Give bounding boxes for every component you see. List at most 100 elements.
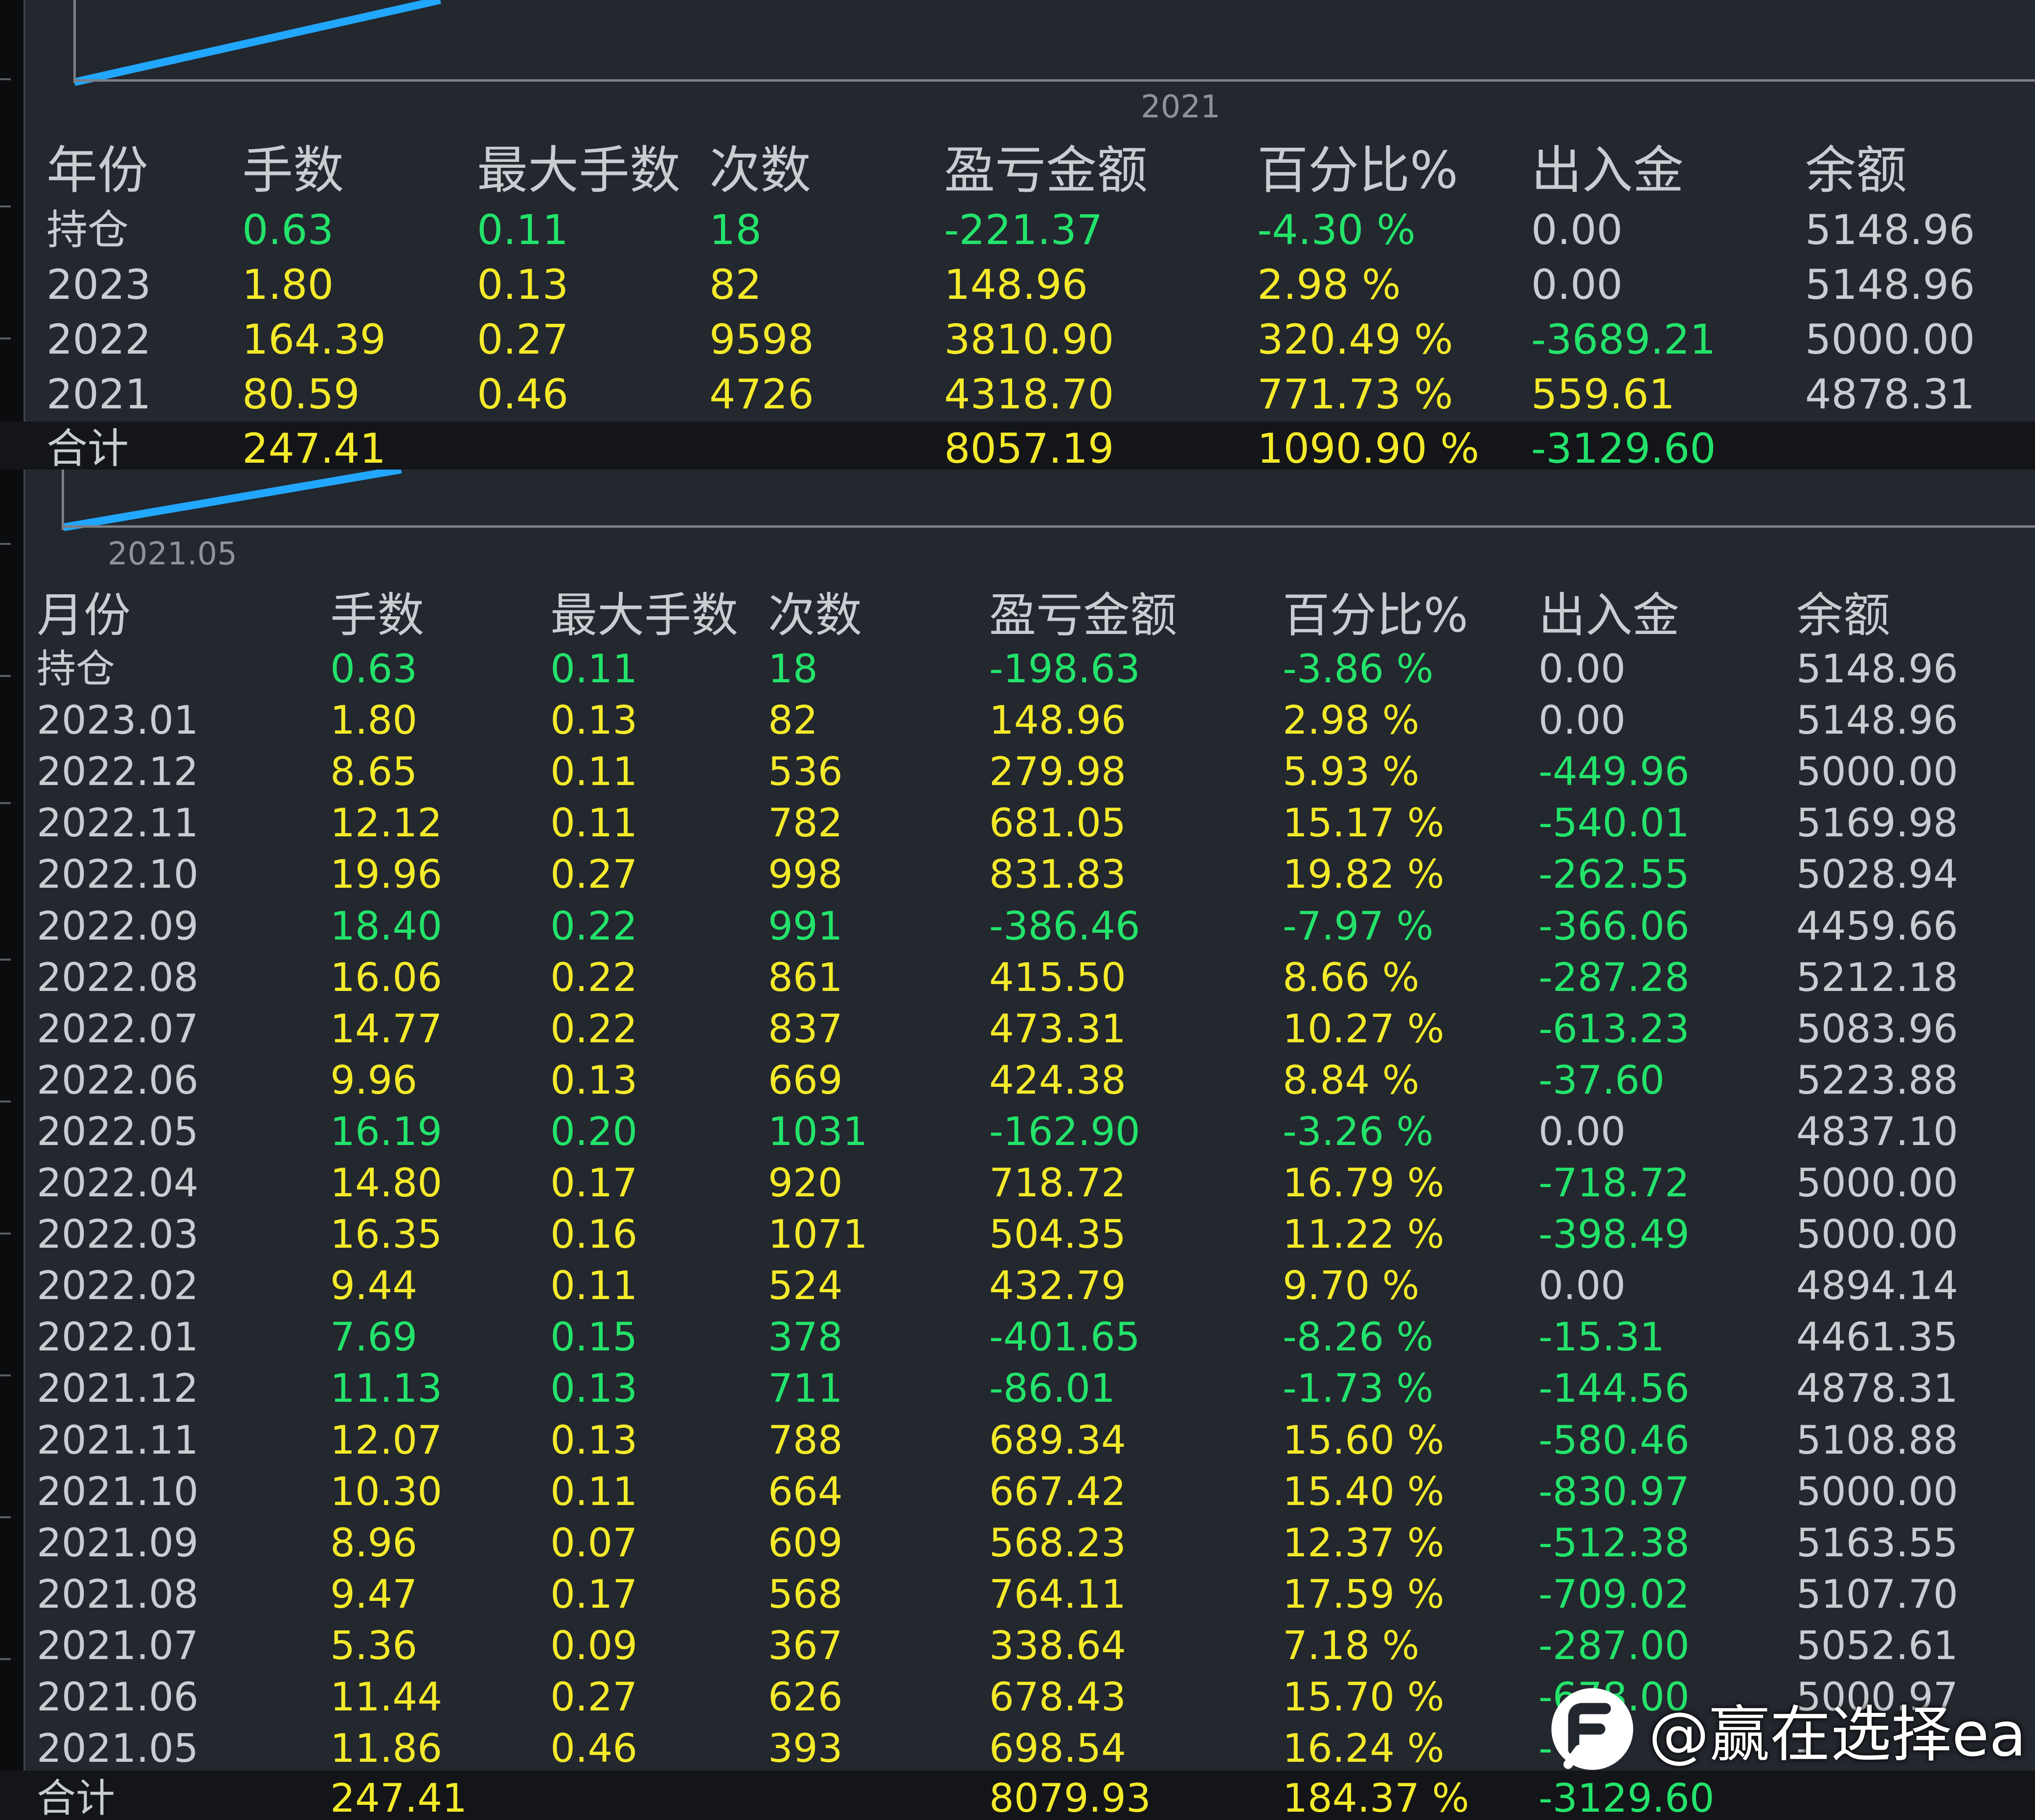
table-cell: -221.37 xyxy=(944,206,1103,254)
equity-curve-monthly xyxy=(63,470,402,531)
table-cell: -86.01 xyxy=(989,1366,1115,1412)
table-cell: 5000.00 xyxy=(1796,1212,1958,1258)
table-cell: 5169.98 xyxy=(1796,800,1958,846)
table-cell: 536 xyxy=(768,749,843,795)
chart-axis-y xyxy=(73,0,76,83)
table-cell: 0.27 xyxy=(550,852,638,898)
row-label: 2021 xyxy=(46,370,151,418)
table-cell: 15.70 % xyxy=(1283,1674,1445,1720)
row-label: 持仓 xyxy=(46,206,129,254)
table-row: 2021.09 8.96 0.07 609 568.23 12.37 % -512.38 51… xyxy=(0,1520,2035,1575)
table-cell: 0.13 xyxy=(550,1057,638,1103)
table-row: 2022.04 14.80 0.17 920 718.72 16.79 % -718.72 5… xyxy=(0,1164,2035,1215)
table-cell: 5148.96 xyxy=(1796,646,1958,692)
table-cell: -366.06 xyxy=(1538,903,1690,949)
table-cell: 247.41 xyxy=(330,1775,467,1820)
table-cell: -37.60 xyxy=(1538,1057,1665,1103)
table-cell: 18 xyxy=(768,646,818,692)
table-cell: 524 xyxy=(768,1263,843,1309)
table-cell: 4726 xyxy=(709,370,814,418)
table-cell: 18 xyxy=(709,206,762,254)
table-cell: -830.97 xyxy=(1538,1468,1690,1514)
table-cell: -512.38 xyxy=(1538,1520,1690,1566)
table-cell: 12.12 xyxy=(330,800,443,846)
table-row: 2021.10 10.30 0.11 664 667.42 15.40 % -830.97 5… xyxy=(0,1472,2035,1524)
column-header: 百分比% xyxy=(1257,140,1458,200)
table-cell: 0.00 xyxy=(1531,206,1623,254)
table-row: 2023 1.80 0.13 82 148.96 2.98 % 0.00 5148.96 xyxy=(0,264,2035,319)
table-cell: 0.20 xyxy=(550,1108,638,1154)
column-header: 最大手数 xyxy=(550,588,738,643)
table-cell: 0.13 xyxy=(550,1366,638,1412)
row-label: 2022.12 xyxy=(37,749,199,795)
table-row: 2021.12 11.13 0.13 711 -86.01 -1.73 % -144.56 4… xyxy=(0,1369,2035,1420)
table-cell: 0.46 xyxy=(477,370,569,418)
row-label: 2022.06 xyxy=(37,1057,199,1103)
table-cell: -449.96 xyxy=(1538,749,1690,795)
row-label: 2022 xyxy=(46,315,151,363)
row-label: 2021.10 xyxy=(37,1468,199,1514)
table-cell: 0.17 xyxy=(550,1160,638,1206)
table-cell: 0.00 xyxy=(1538,646,1626,692)
column-header: 盈亏金额 xyxy=(989,588,1177,643)
table-cell: -287.28 xyxy=(1538,954,1690,1000)
table-cell: 14.80 xyxy=(330,1160,443,1206)
column-header: 盈亏金额 xyxy=(944,140,1148,200)
watermark: @赢在选择ea xyxy=(1546,1683,2026,1775)
column-header: 次数 xyxy=(768,588,862,643)
table-cell: -3129.60 xyxy=(1531,425,1716,470)
table-total-row: 合计 247.41 8057.19 1090.90 % -3129.60 xyxy=(0,422,2035,470)
column-header: 次数 xyxy=(709,140,812,200)
table-cell: 5163.55 xyxy=(1796,1520,1958,1566)
table-row: 2021.11 12.07 0.13 788 689.34 15.60 % -580.46 5… xyxy=(0,1417,2035,1472)
row-label: 2022.08 xyxy=(37,954,199,1000)
table-cell: -718.72 xyxy=(1538,1160,1690,1206)
row-label: 2021.09 xyxy=(37,1520,199,1566)
table-cell: 393 xyxy=(768,1726,843,1772)
table-cell: 0.16 xyxy=(550,1212,638,1258)
table-cell: 367 xyxy=(768,1622,843,1668)
table-cell: -144.56 xyxy=(1538,1366,1690,1412)
table-header-row: 月份 手数 最大手数 次数 盈亏金额 百分比% 出入金 余额 xyxy=(0,592,2035,644)
table-cell: 338.64 xyxy=(989,1622,1126,1668)
table-cell: 1.80 xyxy=(330,697,418,743)
table-cell: 10.30 xyxy=(330,1468,443,1514)
table-cell: 664 xyxy=(768,1468,843,1514)
table-cell: -287.00 xyxy=(1538,1622,1690,1668)
table-cell: 831.83 xyxy=(989,852,1126,898)
table-cell: 991 xyxy=(768,903,843,949)
table-cell: 16.35 xyxy=(330,1212,443,1258)
table-cell: 16.19 xyxy=(330,1108,443,1154)
table-cell: 0.11 xyxy=(550,1468,638,1514)
equity-line-segment xyxy=(63,470,402,531)
table-cell: 164.39 xyxy=(242,315,386,363)
table-cell: 4318.70 xyxy=(944,370,1114,418)
table-cell: 378 xyxy=(768,1314,843,1360)
table-cell: 16.06 xyxy=(330,954,443,1000)
table-cell: 5223.88 xyxy=(1796,1057,1958,1103)
row-label: 合计 xyxy=(46,425,129,470)
table-cell: 718.72 xyxy=(989,1160,1126,1206)
row-label: 2022.10 xyxy=(37,852,199,898)
chart-axis-y xyxy=(62,470,64,530)
table-cell: 8079.93 xyxy=(989,1775,1151,1820)
watermark-text: @赢在选择ea xyxy=(1649,1700,2027,1770)
table-row: 2023.01 1.80 0.13 82 148.96 2.98 % 0.00 5148.96 xyxy=(0,701,2035,752)
table-cell: 920 xyxy=(768,1160,843,1206)
column-header: 出入金 xyxy=(1531,140,1684,200)
table-cell: -386.46 xyxy=(989,903,1140,949)
table-cell: 17.59 % xyxy=(1283,1571,1445,1617)
table-cell: 5107.70 xyxy=(1796,1571,1958,1617)
table-cell: -709.02 xyxy=(1538,1571,1690,1617)
table-cell: 0.63 xyxy=(242,206,334,254)
table-cell: -3689.21 xyxy=(1531,315,1716,363)
table-cell: 8.66 % xyxy=(1283,954,1420,1000)
table-cell: -3.26 % xyxy=(1283,1108,1434,1154)
table-cell: 0.00 xyxy=(1538,1108,1626,1154)
table-cell: 0.13 xyxy=(550,1417,638,1463)
table-cell: 184.37 % xyxy=(1283,1775,1470,1820)
table-cell: 9.47 xyxy=(330,1571,418,1617)
table-cell: 782 xyxy=(768,800,843,846)
yearly-stats-panel: 2021 年份 手数 最大手数 次数 盈亏金额 百分比% 出入金 余额 持仓 0.63 0.11 18… xyxy=(0,0,2035,470)
table-cell: 0.11 xyxy=(550,1263,638,1309)
